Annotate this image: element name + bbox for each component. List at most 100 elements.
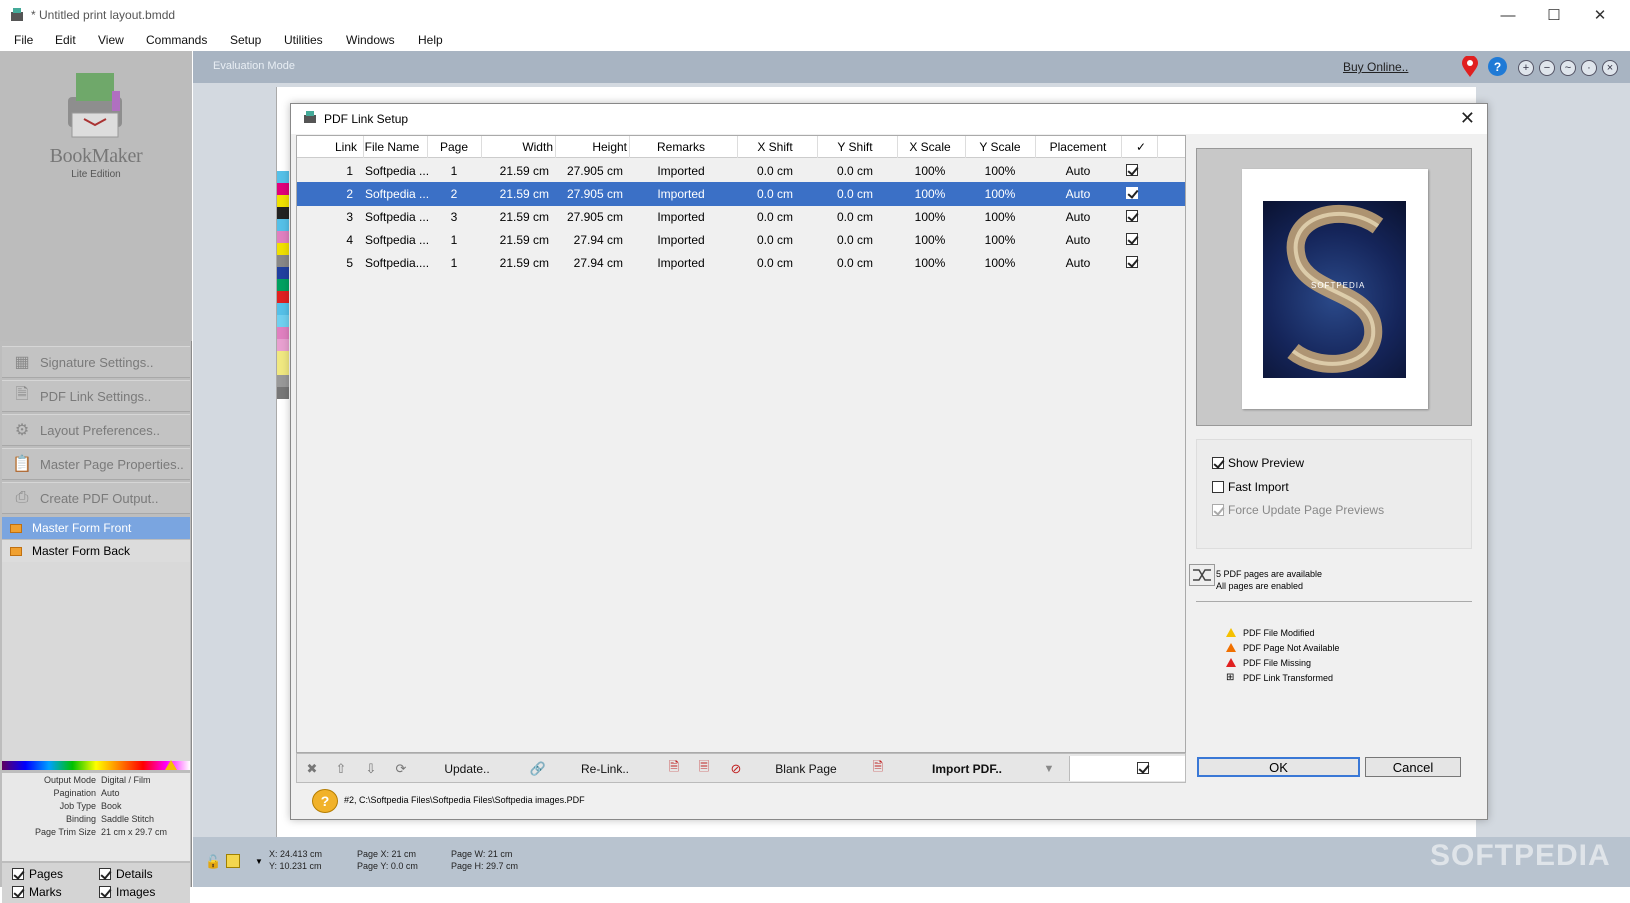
selected-file-path: #2, C:\Softpedia Files\Softpedia Files\S… [344,795,585,805]
row-enabled-checkbox[interactable] [1126,164,1138,176]
dropdown-arrow-icon[interactable]: ▼ [255,857,263,866]
menu-utilities[interactable]: Utilities [284,33,323,47]
create-pdf-output-button[interactable]: ⎙ Create PDF Output.. [2,482,190,514]
link-icon[interactable]: 🔗 [527,758,549,780]
col-x-shift[interactable]: X Shift [735,140,815,154]
col-file-name[interactable]: File Name [357,140,427,154]
maximize-button[interactable]: ☐ [1531,0,1577,30]
update-button[interactable]: Update.. [417,757,517,781]
table-row[interactable]: 3 Softpedia ... 3 21.59 cm 27.905 cm Imported… [297,205,1185,229]
enable-all-area [1069,756,1185,781]
pages-check[interactable]: Pages [12,867,63,881]
gear-icon: ⚙ [14,422,30,439]
pdf-doc-icon: 🗎 [15,385,29,403]
details-checkbox[interactable] [99,868,111,880]
move-up-icon[interactable]: ⇧ [330,758,352,780]
menu-help[interactable]: Help [418,33,443,47]
col-placement[interactable]: Placement [1035,140,1121,154]
col-page[interactable]: Page [427,140,481,154]
table-cell: 0.0 cm [756,187,793,201]
images-check[interactable]: Images [99,885,155,899]
refresh-icon[interactable]: ⟳ [390,758,412,780]
zoom-in-icon[interactable]: + [1518,60,1534,76]
close-window-button[interactable]: ✕ [1577,0,1623,30]
buy-online-link[interactable]: Buy Online.. [1343,60,1408,74]
col-remarks[interactable]: Remarks [627,140,735,154]
close-icon[interactable]: ✕ [1460,108,1475,129]
row-enabled-checkbox[interactable] [1126,210,1138,222]
table-row[interactable]: 4 Softpedia ... 1 21.59 cm 27.94 cm Imported 0… [297,228,1185,252]
enable-all-checkbox[interactable] [1137,762,1149,774]
master-page-properties-button[interactable]: 📋 Master Page Properties.. [2,448,190,480]
pdf-icon[interactable]: 🗎 [663,758,685,780]
import-pdf-icon[interactable]: 🗎 [867,758,889,780]
master-form-front[interactable]: Master Form Front [2,517,190,539]
dialog-title: PDF Link Setup [324,112,409,126]
page-properties-icon: 📋 [12,456,32,473]
col-link[interactable]: Link [297,140,357,154]
table-cell: 27.94 cm [573,233,623,247]
col-y-scale[interactable]: Y Scale [965,140,1035,154]
minimize-button[interactable]: — [1485,0,1531,30]
col-height[interactable]: Height [553,140,627,154]
pdf-copy-icon[interactable]: 🗏 [693,758,715,780]
master-form-back[interactable]: Master Form Back [2,540,190,562]
location-pin-icon[interactable] [1461,56,1479,78]
layout-preferences-button[interactable]: ⚙ Layout Preferences.. [2,414,190,446]
zoom-out-icon[interactable]: − [1539,60,1555,76]
table-cell: Auto [1065,233,1091,247]
preview-page: SOFTPEDIA [1242,169,1428,409]
ok-button[interactable]: OK [1197,757,1360,777]
blank-page-button[interactable]: Blank Page [751,757,861,781]
col-x-scale[interactable]: X Scale [895,140,965,154]
menu-windows[interactable]: Windows [346,33,395,47]
menu-setup[interactable]: Setup [230,33,261,47]
delete-icon[interactable]: ✖ [301,758,323,780]
cancel-button[interactable]: Cancel [1365,757,1461,777]
table-cell: 21.59 cm [499,233,549,247]
col-y-shift[interactable]: Y Shift [815,140,895,154]
row-enabled-checkbox[interactable] [1126,233,1138,245]
table-cell: Softpedia ... [365,187,430,201]
table-cell: 0.0 cm [836,187,873,201]
logo-edition: Lite Edition [71,169,121,180]
menu-commands[interactable]: Commands [146,33,207,47]
menu-edit[interactable]: Edit [55,33,76,47]
blank-page-icon[interactable]: ⊘ [725,758,747,780]
row-enabled-checkbox[interactable] [1126,187,1138,199]
show-preview-checkbox[interactable] [1212,457,1224,469]
marks-check[interactable]: Marks [12,885,62,899]
col-width[interactable]: Width [481,140,553,154]
pages-checkbox[interactable] [12,868,24,880]
notes-icon[interactable] [226,854,240,868]
table-cell: 21.59 cm [499,164,549,178]
zoom-actual-icon[interactable]: · [1581,60,1597,76]
marks-checkbox[interactable] [12,886,24,898]
pdf-link-settings-button[interactable]: 🗎 PDF Link Settings.. [2,380,190,412]
move-down-icon[interactable]: ⇩ [360,758,382,780]
table-row[interactable]: 1 Softpedia ... 1 21.59 cm 27.905 cm Imported… [297,159,1185,183]
fast-import-checkbox[interactable] [1212,481,1224,493]
table-row[interactable]: 2 Softpedia ... 2 21.59 cm 27.905 cm Imported… [297,182,1185,206]
menu-file[interactable]: File [14,33,33,47]
fast-import-option[interactable]: Fast Import [1212,480,1289,494]
color-spectrum-bar [2,761,190,770]
details-check[interactable]: Details [99,867,153,881]
legend-file-missing: PDF File Missing [1226,655,1339,670]
relink-button[interactable]: Re-Link.. [555,757,655,781]
table-row[interactable]: 5 Softpedia.... 1 21.59 cm 27.94 cm Imported 0… [297,251,1185,275]
zoom-fit-icon[interactable]: ~ [1560,60,1576,76]
help-icon[interactable]: ? [1488,57,1507,76]
col-enabled[interactable]: ✓ [1121,140,1161,154]
images-checkbox[interactable] [99,886,111,898]
signature-settings-button[interactable]: ▦ Signature Settings.. [2,346,190,378]
menu-view[interactable]: View [98,33,124,47]
close-view-icon[interactable]: × [1602,60,1618,76]
row-enabled-checkbox[interactable] [1126,256,1138,268]
lock-icon[interactable]: 🔓 [205,854,221,870]
info-row: Binding Saddle Stitch [65,814,155,824]
import-pdf-button[interactable]: Import PDF.. [897,757,1037,781]
import-dropdown-icon[interactable]: ▼ [1037,757,1061,781]
table-cell: Auto [1065,256,1091,270]
show-preview-option[interactable]: Show Preview [1212,456,1304,470]
